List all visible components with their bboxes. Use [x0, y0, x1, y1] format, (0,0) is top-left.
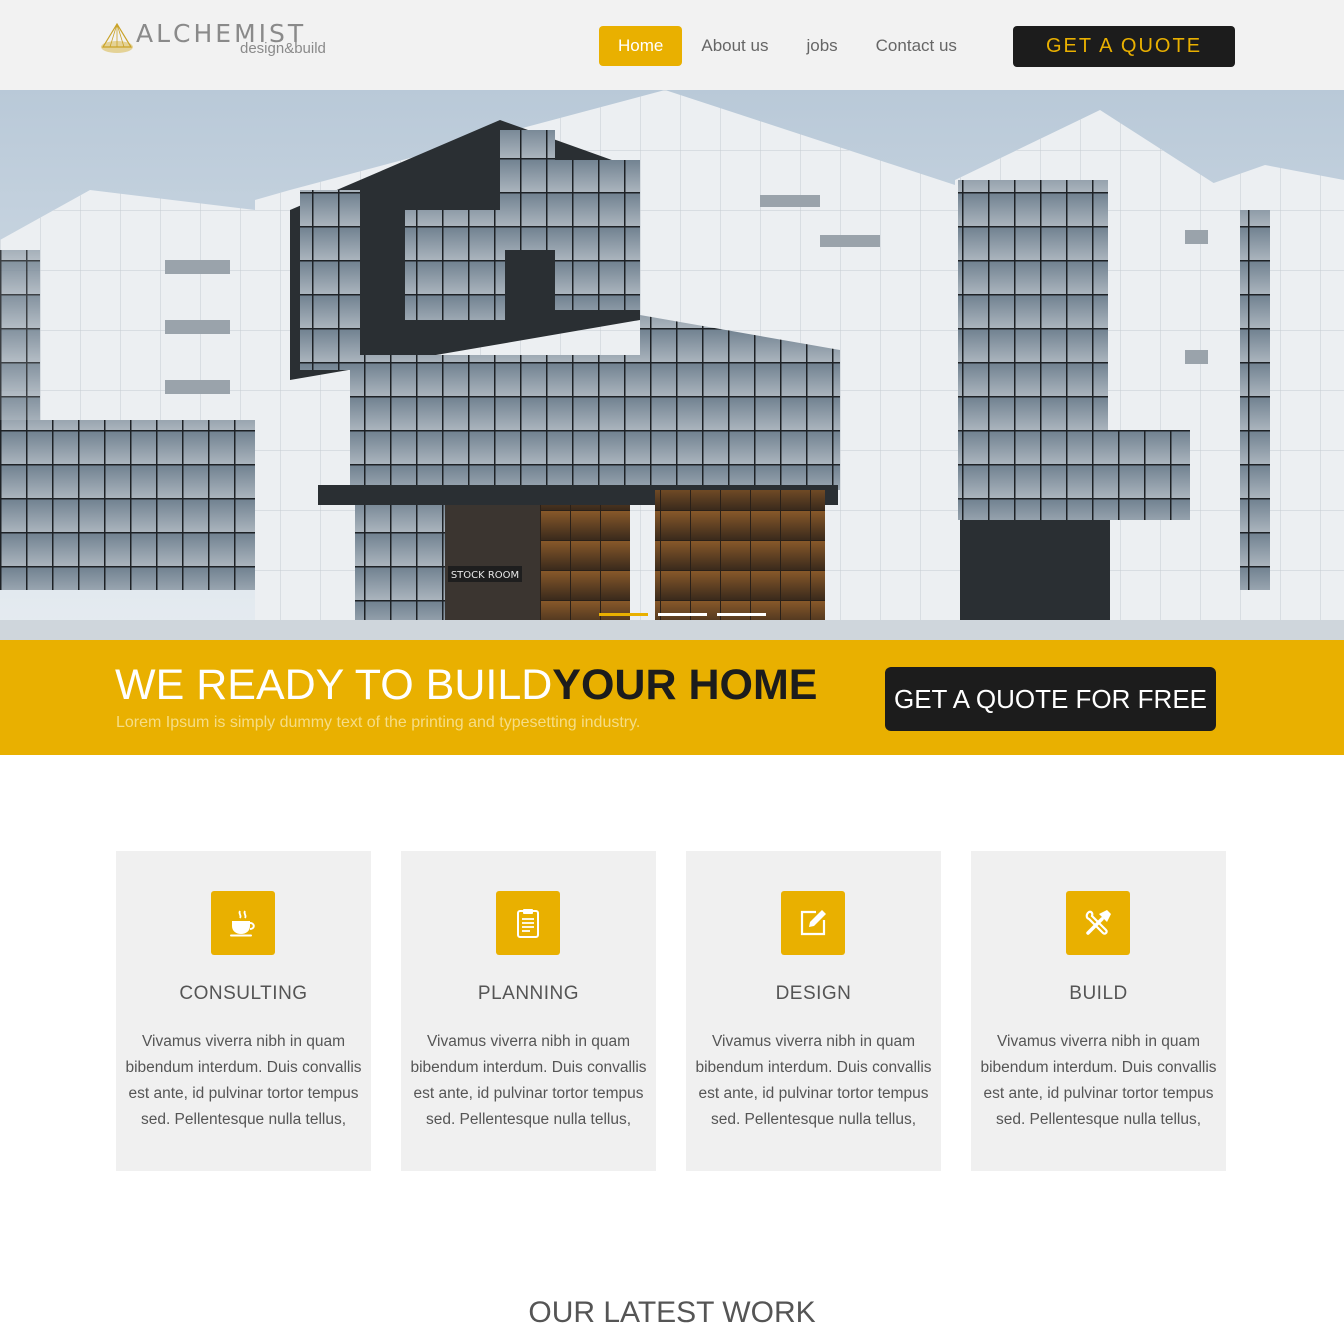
- service-text: Vivamus viverra nibh in quam bibendum in…: [125, 1033, 362, 1128]
- main-nav: Home About us jobs Contact us: [599, 26, 976, 66]
- nav-home[interactable]: Home: [599, 26, 683, 66]
- service-card-build: BUILD Vivamus viverra nibh in quam biben…: [971, 851, 1226, 1171]
- hero-slider: STOCK ROOM: [0, 90, 1344, 640]
- edit-icon: [781, 891, 845, 955]
- logo-mark-icon: [101, 22, 133, 53]
- latest-work-heading: OUR LATEST WORK: [528, 1296, 816, 1329]
- nav-jobs[interactable]: jobs: [787, 26, 856, 66]
- banner-title: WE READY TO BUILDYOUR HOME: [115, 660, 817, 710]
- tools-icon: [1066, 891, 1130, 955]
- get-a-quote-for-free-button[interactable]: GET A QUOTE FOR FREE: [885, 667, 1216, 731]
- nav-about-us[interactable]: About us: [682, 26, 787, 66]
- service-text: Vivamus viverra nibh in quam bibendum in…: [695, 1033, 932, 1128]
- service-card-design: DESIGN Vivamus viverra nibh in quam bibe…: [686, 851, 941, 1171]
- service-title: DESIGN: [775, 983, 852, 1004]
- service-text: Vivamus viverra nibh in quam bibendum in…: [410, 1033, 647, 1128]
- banner-title-bold: YOUR HOME: [552, 661, 818, 709]
- get-a-quote-button[interactable]: GET A QUOTE: [1013, 26, 1235, 67]
- service-text: Vivamus viverra nibh in quam bibendum in…: [980, 1033, 1217, 1128]
- banner-subtitle: Lorem Ipsum is simply dummy text of the …: [116, 714, 641, 731]
- service-card-consulting: CONSULTING Vivamus viverra nibh in quam …: [116, 851, 371, 1171]
- banner-title-light: WE READY TO BUILD: [115, 661, 553, 709]
- slider-dot-2[interactable]: [658, 613, 707, 616]
- clipboard-icon: [496, 891, 560, 955]
- nav-contact-us[interactable]: Contact us: [857, 26, 976, 66]
- cta-banner: WE READY TO BUILDYOUR HOME Lorem Ipsum i…: [0, 640, 1344, 755]
- slider-dots: [599, 613, 766, 616]
- site-header: ALCHEMIST design&build Home About us job…: [0, 0, 1344, 90]
- hero-building-image: STOCK ROOM: [0, 90, 1344, 640]
- storefront-sign: STOCK ROOM: [451, 570, 519, 581]
- service-title: CONSULTING: [179, 983, 308, 1004]
- logo-tagline: design&build: [240, 40, 326, 57]
- slider-dot-1[interactable]: [599, 613, 648, 616]
- service-card-planning: PLANNING Vivamus viverra nibh in quam bi…: [401, 851, 656, 1171]
- coffee-cup-icon: [211, 891, 275, 955]
- service-title: BUILD: [1069, 983, 1128, 1004]
- logo[interactable]: ALCHEMIST design&build: [100, 20, 340, 60]
- service-title: PLANNING: [477, 983, 580, 1004]
- slider-dot-3[interactable]: [717, 613, 766, 616]
